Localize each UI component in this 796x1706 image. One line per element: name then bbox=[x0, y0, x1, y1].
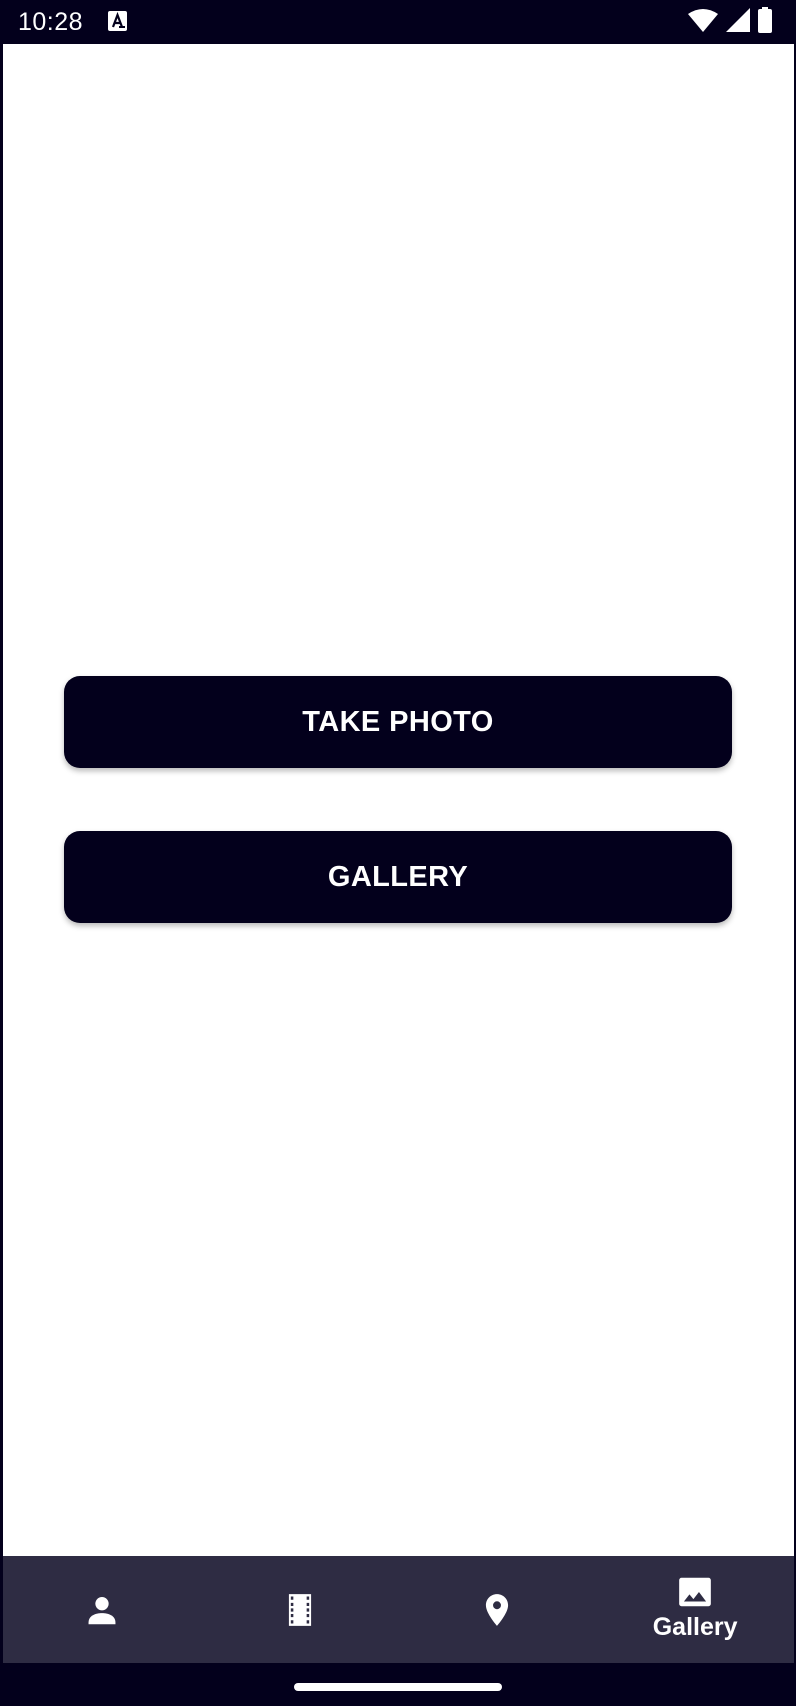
bottom-navigation: Gallery bbox=[3, 1556, 794, 1663]
cellular-signal-icon bbox=[726, 7, 750, 37]
take-photo-button[interactable]: TAKE PHOTO bbox=[64, 676, 732, 768]
nav-item-map[interactable] bbox=[399, 1556, 597, 1663]
gallery-button[interactable]: GALLERY bbox=[64, 831, 732, 923]
nav-item-gallery[interactable]: Gallery bbox=[596, 1556, 794, 1663]
nav-item-profile[interactable] bbox=[3, 1556, 201, 1663]
battery-icon bbox=[758, 6, 772, 38]
nav-item-movies[interactable] bbox=[201, 1556, 399, 1663]
home-gesture-handle[interactable] bbox=[294, 1683, 502, 1691]
person-icon bbox=[83, 1591, 121, 1629]
status-bar: 10:28 bbox=[0, 0, 796, 44]
status-time: 10:28 bbox=[18, 8, 84, 36]
system-gesture-bar bbox=[0, 1663, 796, 1706]
wifi-icon bbox=[688, 8, 718, 37]
main-content: TAKE PHOTO GALLERY bbox=[3, 44, 794, 1556]
notification-a-icon bbox=[108, 11, 127, 31]
status-icons bbox=[688, 6, 772, 38]
location-pin-icon bbox=[478, 1591, 516, 1629]
film-icon bbox=[281, 1591, 319, 1629]
nav-label-gallery: Gallery bbox=[652, 1613, 738, 1641]
image-icon bbox=[676, 1577, 714, 1611]
